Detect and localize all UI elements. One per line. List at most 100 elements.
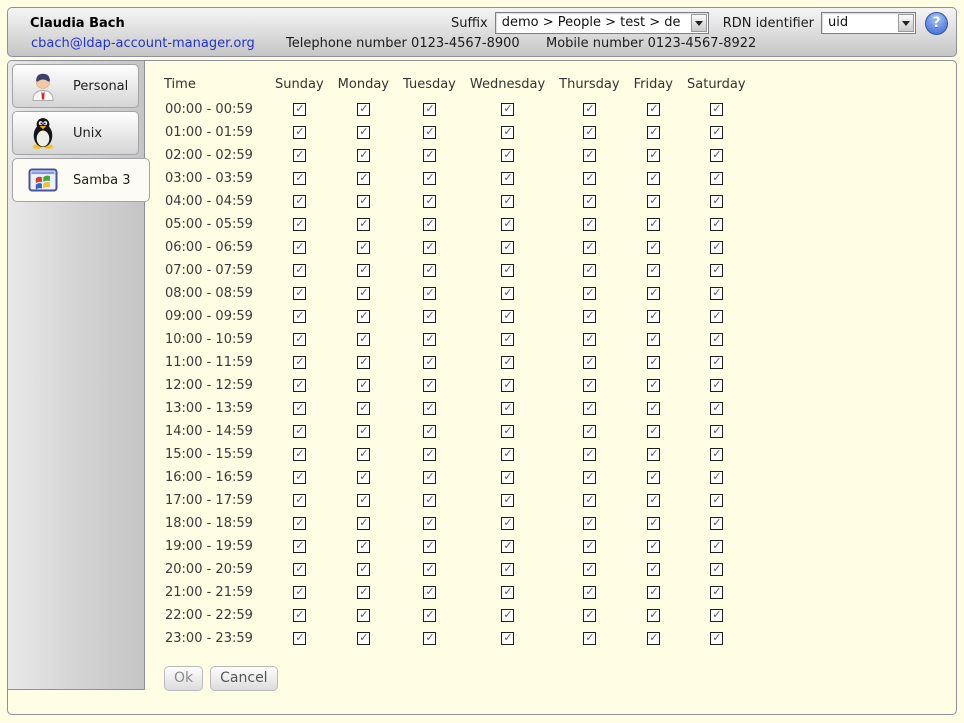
chevron-down-icon[interactable] — [898, 14, 914, 32]
checkbox-friday-11[interactable]: ✓ — [647, 356, 660, 369]
checkbox-wednesday-05[interactable]: ✓ — [501, 218, 514, 231]
checkbox-tuesday-00[interactable]: ✓ — [423, 103, 436, 116]
checkbox-monday-10[interactable]: ✓ — [357, 333, 370, 346]
checkbox-tuesday-18[interactable]: ✓ — [423, 517, 436, 530]
checkbox-thursday-20[interactable]: ✓ — [583, 563, 596, 576]
checkbox-thursday-09[interactable]: ✓ — [583, 310, 596, 323]
ok-button[interactable]: Ok — [164, 666, 203, 691]
checkbox-sunday-01[interactable]: ✓ — [293, 126, 306, 139]
checkbox-sunday-08[interactable]: ✓ — [293, 287, 306, 300]
checkbox-sunday-09[interactable]: ✓ — [293, 310, 306, 323]
checkbox-monday-09[interactable]: ✓ — [357, 310, 370, 323]
checkbox-thursday-12[interactable]: ✓ — [583, 379, 596, 392]
checkbox-thursday-13[interactable]: ✓ — [583, 402, 596, 415]
checkbox-saturday-02[interactable]: ✓ — [710, 149, 723, 162]
checkbox-friday-09[interactable]: ✓ — [647, 310, 660, 323]
checkbox-friday-22[interactable]: ✓ — [647, 609, 660, 622]
checkbox-tuesday-14[interactable]: ✓ — [423, 425, 436, 438]
checkbox-sunday-12[interactable]: ✓ — [293, 379, 306, 392]
checkbox-tuesday-15[interactable]: ✓ — [423, 448, 436, 461]
checkbox-saturday-23[interactable]: ✓ — [710, 632, 723, 645]
checkbox-wednesday-01[interactable]: ✓ — [501, 126, 514, 139]
checkbox-sunday-18[interactable]: ✓ — [293, 517, 306, 530]
checkbox-thursday-02[interactable]: ✓ — [583, 149, 596, 162]
checkbox-saturday-09[interactable]: ✓ — [710, 310, 723, 323]
checkbox-monday-22[interactable]: ✓ — [357, 609, 370, 622]
checkbox-monday-18[interactable]: ✓ — [357, 517, 370, 530]
checkbox-tuesday-03[interactable]: ✓ — [423, 172, 436, 185]
checkbox-saturday-08[interactable]: ✓ — [710, 287, 723, 300]
checkbox-wednesday-20[interactable]: ✓ — [501, 563, 514, 576]
checkbox-wednesday-10[interactable]: ✓ — [501, 333, 514, 346]
checkbox-wednesday-19[interactable]: ✓ — [501, 540, 514, 553]
checkbox-tuesday-04[interactable]: ✓ — [423, 195, 436, 208]
checkbox-friday-02[interactable]: ✓ — [647, 149, 660, 162]
checkbox-sunday-20[interactable]: ✓ — [293, 563, 306, 576]
checkbox-tuesday-05[interactable]: ✓ — [423, 218, 436, 231]
checkbox-tuesday-07[interactable]: ✓ — [423, 264, 436, 277]
checkbox-tuesday-01[interactable]: ✓ — [423, 126, 436, 139]
checkbox-tuesday-20[interactable]: ✓ — [423, 563, 436, 576]
checkbox-thursday-07[interactable]: ✓ — [583, 264, 596, 277]
checkbox-sunday-02[interactable]: ✓ — [293, 149, 306, 162]
checkbox-thursday-16[interactable]: ✓ — [583, 471, 596, 484]
checkbox-saturday-13[interactable]: ✓ — [710, 402, 723, 415]
checkbox-wednesday-04[interactable]: ✓ — [501, 195, 514, 208]
checkbox-sunday-16[interactable]: ✓ — [293, 471, 306, 484]
checkbox-sunday-23[interactable]: ✓ — [293, 632, 306, 645]
checkbox-friday-20[interactable]: ✓ — [647, 563, 660, 576]
checkbox-monday-23[interactable]: ✓ — [357, 632, 370, 645]
checkbox-tuesday-17[interactable]: ✓ — [423, 494, 436, 507]
checkbox-friday-14[interactable]: ✓ — [647, 425, 660, 438]
checkbox-tuesday-22[interactable]: ✓ — [423, 609, 436, 622]
checkbox-friday-15[interactable]: ✓ — [647, 448, 660, 461]
checkbox-saturday-17[interactable]: ✓ — [710, 494, 723, 507]
checkbox-friday-17[interactable]: ✓ — [647, 494, 660, 507]
checkbox-tuesday-23[interactable]: ✓ — [423, 632, 436, 645]
email-link[interactable]: cbach@ldap-account-manager.org — [31, 36, 255, 51]
checkbox-wednesday-02[interactable]: ✓ — [501, 149, 514, 162]
checkbox-thursday-08[interactable]: ✓ — [583, 287, 596, 300]
checkbox-saturday-21[interactable]: ✓ — [710, 586, 723, 599]
rdn-identifier-select[interactable]: uid — [821, 12, 916, 34]
checkbox-monday-00[interactable]: ✓ — [357, 103, 370, 116]
checkbox-thursday-22[interactable]: ✓ — [583, 609, 596, 622]
checkbox-wednesday-00[interactable]: ✓ — [501, 103, 514, 116]
suffix-select[interactable]: demo > People > test > de — [495, 12, 709, 34]
checkbox-saturday-01[interactable]: ✓ — [710, 126, 723, 139]
checkbox-wednesday-07[interactable]: ✓ — [501, 264, 514, 277]
checkbox-monday-02[interactable]: ✓ — [357, 149, 370, 162]
help-icon[interactable]: ? — [925, 12, 948, 35]
checkbox-tuesday-12[interactable]: ✓ — [423, 379, 436, 392]
checkbox-tuesday-21[interactable]: ✓ — [423, 586, 436, 599]
checkbox-sunday-05[interactable]: ✓ — [293, 218, 306, 231]
checkbox-wednesday-22[interactable]: ✓ — [501, 609, 514, 622]
checkbox-tuesday-10[interactable]: ✓ — [423, 333, 436, 346]
checkbox-thursday-05[interactable]: ✓ — [583, 218, 596, 231]
checkbox-friday-19[interactable]: ✓ — [647, 540, 660, 553]
checkbox-wednesday-08[interactable]: ✓ — [501, 287, 514, 300]
checkbox-sunday-03[interactable]: ✓ — [293, 172, 306, 185]
checkbox-sunday-06[interactable]: ✓ — [293, 241, 306, 254]
checkbox-monday-07[interactable]: ✓ — [357, 264, 370, 277]
checkbox-tuesday-06[interactable]: ✓ — [423, 241, 436, 254]
checkbox-wednesday-16[interactable]: ✓ — [501, 471, 514, 484]
checkbox-wednesday-15[interactable]: ✓ — [501, 448, 514, 461]
checkbox-thursday-18[interactable]: ✓ — [583, 517, 596, 530]
checkbox-saturday-06[interactable]: ✓ — [710, 241, 723, 254]
checkbox-sunday-04[interactable]: ✓ — [293, 195, 306, 208]
cancel-button[interactable]: Cancel — [210, 666, 277, 691]
checkbox-wednesday-21[interactable]: ✓ — [501, 586, 514, 599]
checkbox-thursday-15[interactable]: ✓ — [583, 448, 596, 461]
checkbox-thursday-17[interactable]: ✓ — [583, 494, 596, 507]
checkbox-saturday-07[interactable]: ✓ — [710, 264, 723, 277]
checkbox-monday-13[interactable]: ✓ — [357, 402, 370, 415]
checkbox-wednesday-09[interactable]: ✓ — [501, 310, 514, 323]
checkbox-monday-21[interactable]: ✓ — [357, 586, 370, 599]
checkbox-friday-18[interactable]: ✓ — [647, 517, 660, 530]
checkbox-sunday-21[interactable]: ✓ — [293, 586, 306, 599]
checkbox-tuesday-19[interactable]: ✓ — [423, 540, 436, 553]
checkbox-wednesday-13[interactable]: ✓ — [501, 402, 514, 415]
checkbox-friday-12[interactable]: ✓ — [647, 379, 660, 392]
checkbox-friday-10[interactable]: ✓ — [647, 333, 660, 346]
